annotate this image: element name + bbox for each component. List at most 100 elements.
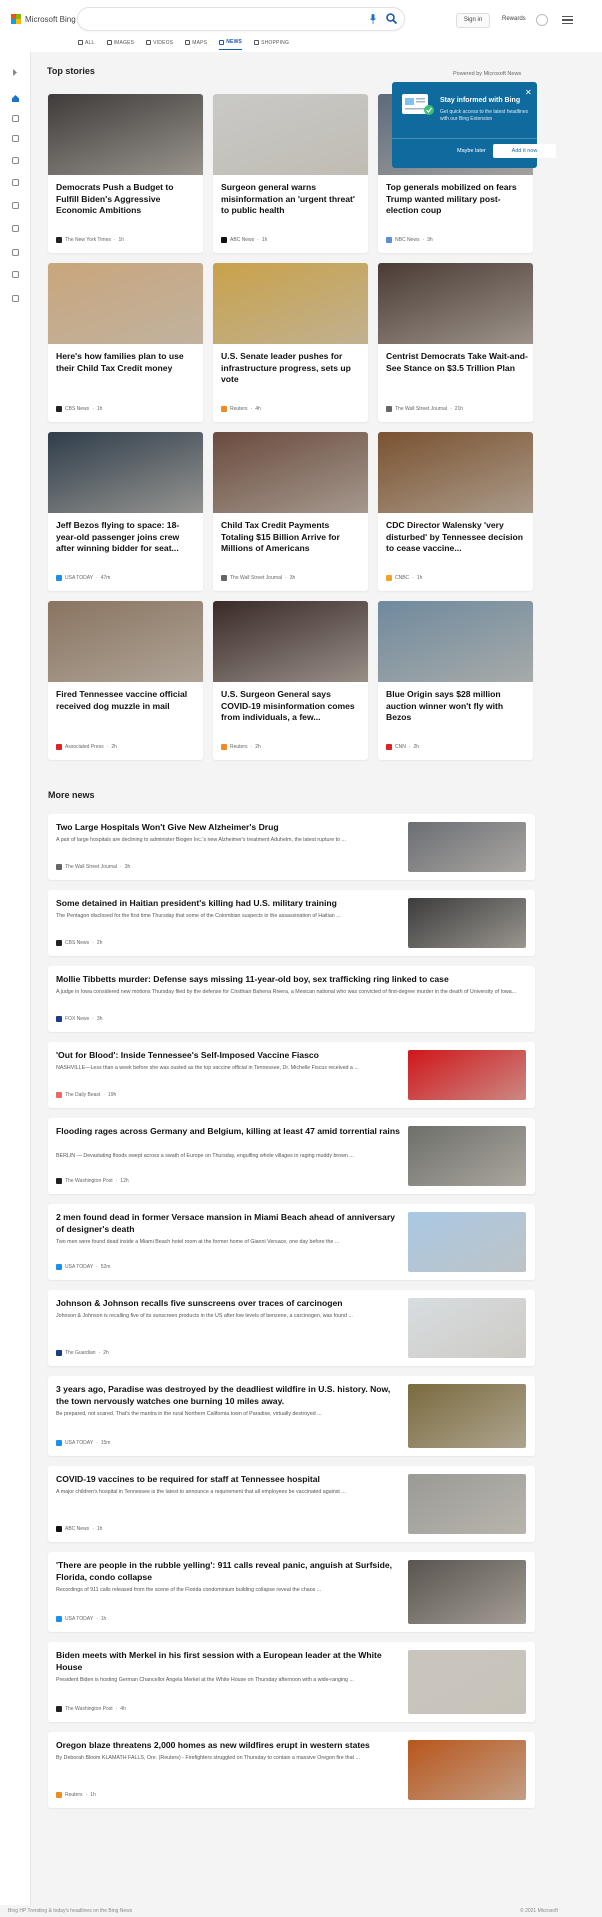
news-item[interactable]: 'Out for Blood': Inside Tennessee's Self… <box>48 1042 535 1108</box>
search-icon[interactable] <box>386 13 397 24</box>
story-image[interactable] <box>213 601 368 682</box>
story-card[interactable]: Fired Tennessee vaccine official receive… <box>48 601 203 760</box>
story-image[interactable] <box>48 263 203 344</box>
hamburger-menu-icon[interactable] <box>562 16 573 24</box>
tab-images[interactable]: IMAGES <box>106 39 135 50</box>
news-item[interactable]: Oregon blaze threatens 2,000 homes as ne… <box>48 1732 535 1808</box>
news-thumbnail[interactable] <box>408 822 526 872</box>
news-title[interactable]: Oregon blaze threatens 2,000 homes as ne… <box>56 1740 401 1752</box>
news-title[interactable]: Biden meets with Merkel in his first ses… <box>56 1650 401 1673</box>
close-icon[interactable]: ✕ <box>525 88 532 97</box>
news-item[interactable]: Flooding rages across Germany and Belgiu… <box>48 1118 535 1194</box>
home-icon[interactable] <box>11 94 20 103</box>
news-thumbnail[interactable] <box>408 1298 526 1358</box>
story-title[interactable]: Child Tax Credit Payments Totaling $15 B… <box>221 520 363 568</box>
story-image[interactable] <box>48 94 203 175</box>
separator: · <box>450 406 452 412</box>
mic-icon[interactable] <box>370 14 376 24</box>
story-title[interactable]: Jeff Bezos flying to space: 18-year-old … <box>56 520 198 568</box>
news-thumbnail[interactable] <box>408 1384 526 1448</box>
news-item[interactable]: 'There are people in the rubble yelling'… <box>48 1552 535 1632</box>
news-thumbnail[interactable] <box>408 1560 526 1624</box>
tab-maps[interactable]: MAPS <box>185 39 207 50</box>
maybe-later-button[interactable]: Maybe later <box>457 148 486 154</box>
globe-icon[interactable] <box>11 178 20 187</box>
news-title[interactable]: Some detained in Haitian president's kil… <box>56 898 401 910</box>
story-image[interactable] <box>213 94 368 175</box>
news-thumbnail[interactable] <box>408 1050 526 1100</box>
news-item[interactable]: 2 men found dead in former Versace mansi… <box>48 1204 535 1280</box>
news-thumbnail[interactable] <box>408 1740 526 1800</box>
add-extension-button[interactable]: Add it now <box>493 144 556 158</box>
story-title[interactable]: U.S. Senate leader pushes for infrastruc… <box>221 351 363 399</box>
location-icon[interactable] <box>11 156 20 165</box>
trophy-icon[interactable] <box>536 14 548 26</box>
story-source: USA TODAY · 47m <box>56 575 110 581</box>
rocket-icon[interactable] <box>11 224 20 233</box>
story-card[interactable]: Child Tax Credit Payments Totaling $15 B… <box>213 432 368 591</box>
story-title[interactable]: Fired Tennessee vaccine official receive… <box>56 689 198 737</box>
news-item[interactable]: Some detained in Haitian president's kil… <box>48 890 535 956</box>
sign-in-button[interactable]: Sign in <box>456 13 490 28</box>
story-card[interactable]: U.S. Surgeon General says COVID-19 misin… <box>213 601 368 760</box>
news-item[interactable]: Johnson & Johnson recalls five sunscreen… <box>48 1290 535 1366</box>
tools-icon[interactable] <box>11 114 20 123</box>
news-thumbnail[interactable] <box>408 1650 526 1714</box>
rewards-label[interactable]: Rewards <box>502 16 526 22</box>
card-icon[interactable] <box>11 294 20 303</box>
story-image[interactable] <box>378 601 533 682</box>
tab-videos[interactable]: VIDEOS <box>146 39 173 50</box>
story-card[interactable]: Here's how families plan to use their Ch… <box>48 263 203 422</box>
story-image[interactable] <box>48 601 203 682</box>
news-title[interactable]: 3 years ago, Paradise was destroyed by t… <box>56 1384 401 1407</box>
story-image[interactable] <box>213 432 368 513</box>
news-title[interactable]: 'There are people in the rubble yelling'… <box>56 1560 401 1583</box>
news-thumbnail[interactable] <box>408 1212 526 1272</box>
news-thumbnail[interactable] <box>408 1126 526 1186</box>
story-title[interactable]: Top generals mobilized on fears Trump wa… <box>386 182 528 230</box>
news-item[interactable]: Biden meets with Merkel in his first ses… <box>48 1642 535 1722</box>
story-card[interactable]: Jeff Bezos flying to space: 18-year-old … <box>48 432 203 591</box>
news-title[interactable]: COVID-19 vaccines to be required for sta… <box>56 1474 401 1486</box>
story-card[interactable]: Surgeon general warns misinformation an … <box>213 94 368 253</box>
story-image[interactable] <box>378 263 533 344</box>
expand-arrow-icon[interactable] <box>11 68 20 77</box>
tab-news[interactable]: NEWS <box>219 39 243 50</box>
news-title[interactable]: Flooding rages across Germany and Belgiu… <box>56 1126 401 1138</box>
news-item[interactable]: 3 years ago, Paradise was destroyed by t… <box>48 1376 535 1456</box>
story-card[interactable]: Centrist Democrats Take Wait-and-See Sta… <box>378 263 533 422</box>
story-title[interactable]: Democrats Push a Budget to Fulfill Biden… <box>56 182 198 230</box>
story-card[interactable]: Blue Origin says $28 million auction win… <box>378 601 533 760</box>
news-thumbnail[interactable] <box>408 1474 526 1534</box>
microscope-icon[interactable] <box>11 201 20 210</box>
story-card[interactable]: Democrats Push a Budget to Fulfill Biden… <box>48 94 203 253</box>
news-item[interactable]: Two Large Hospitals Won't Give New Alzhe… <box>48 814 535 880</box>
news-thumbnail[interactable] <box>408 898 526 948</box>
news-title[interactable]: Johnson & Johnson recalls five sunscreen… <box>56 1298 401 1310</box>
news-item[interactable]: COVID-19 vaccines to be required for sta… <box>48 1466 535 1542</box>
tab-all[interactable]: ALL <box>78 39 95 50</box>
story-card[interactable]: CDC Director Walensky 'very disturbed' b… <box>378 432 533 591</box>
story-title[interactable]: Centrist Democrats Take Wait-and-See Sta… <box>386 351 528 399</box>
story-title[interactable]: CDC Director Walensky 'very disturbed' b… <box>386 520 528 568</box>
tab-shopping[interactable]: SHOPPING <box>254 39 289 50</box>
news-title[interactable]: Two Large Hospitals Won't Give New Alzhe… <box>56 822 401 834</box>
story-image[interactable] <box>48 432 203 513</box>
story-card[interactable]: U.S. Senate leader pushes for infrastruc… <box>213 263 368 422</box>
news-title[interactable]: 2 men found dead in former Versace mansi… <box>56 1212 401 1235</box>
news-item[interactable]: Mollie Tibbetts murder: Defense says mis… <box>48 966 535 1032</box>
story-image[interactable] <box>213 263 368 344</box>
story-title[interactable]: Surgeon general warns misinformation an … <box>221 182 363 230</box>
story-title[interactable]: Here's how families plan to use their Ch… <box>56 351 198 399</box>
story-title[interactable]: Blue Origin says $28 million auction win… <box>386 689 528 737</box>
story-title[interactable]: U.S. Surgeon General says COVID-19 misin… <box>221 689 363 737</box>
news-title[interactable]: 'Out for Blood': Inside Tennessee's Self… <box>56 1050 401 1062</box>
bank-icon[interactable] <box>11 270 20 279</box>
search-input[interactable] <box>78 8 404 30</box>
bing-logo[interactable]: Microsoft Bing <box>11 14 76 24</box>
film-icon[interactable] <box>11 248 20 257</box>
news-title[interactable]: Mollie Tibbetts murder: Defense says mis… <box>56 974 526 986</box>
powered-by-label[interactable]: Powered by Microsoft News <box>453 71 521 77</box>
flag-icon[interactable] <box>11 134 20 143</box>
story-image[interactable] <box>378 432 533 513</box>
